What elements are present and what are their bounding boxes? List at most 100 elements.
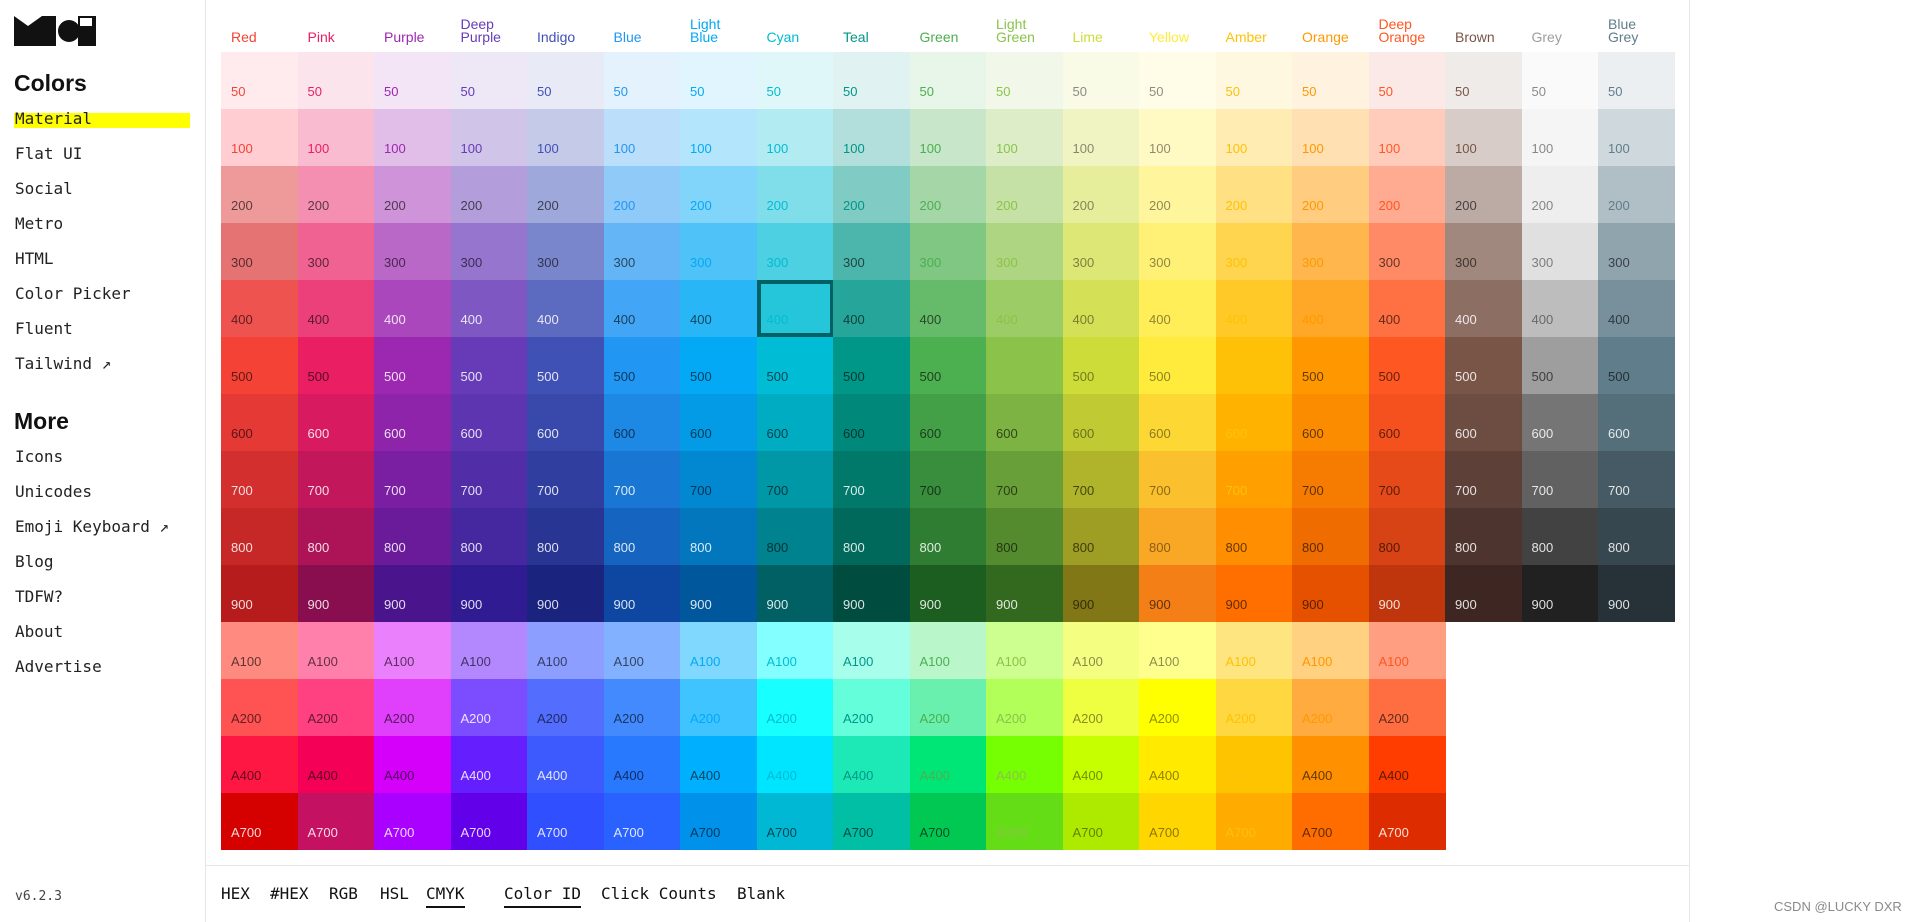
- sidebar-item-about[interactable]: About: [0, 614, 206, 649]
- swatch-blue-grey-700[interactable]: 700: [1598, 451, 1675, 508]
- swatch-lime-300[interactable]: 300: [1062, 223, 1140, 280]
- swatch-brown-100[interactable]: 100: [1445, 109, 1522, 166]
- swatch-cyan-200[interactable]: 200: [756, 166, 834, 223]
- swatch-pink-300[interactable]: 300: [297, 223, 375, 280]
- swatch-purple-800[interactable]: 800: [374, 508, 451, 565]
- swatch-green-800[interactable]: 800: [909, 508, 987, 565]
- swatch-blue-grey-900[interactable]: 900: [1598, 565, 1675, 622]
- swatch-orange-a200[interactable]: A200: [1292, 679, 1369, 736]
- swatch-green-a700[interactable]: A700: [909, 793, 987, 850]
- swatch-deep-purple-600[interactable]: 600: [450, 394, 528, 451]
- swatch-indigo-700[interactable]: 700: [527, 451, 604, 508]
- swatch-purple-200[interactable]: 200: [374, 166, 451, 223]
- swatch-orange-a100[interactable]: A100: [1292, 622, 1369, 679]
- swatch-blue-grey-600[interactable]: 600: [1598, 394, 1675, 451]
- swatch-pink-200[interactable]: 200: [297, 166, 375, 223]
- swatch-blue-a100[interactable]: A100: [603, 622, 681, 679]
- swatch-green-400[interactable]: 400: [909, 280, 987, 337]
- swatch-deep-purple-800[interactable]: 800: [450, 508, 528, 565]
- swatch-lime-200[interactable]: 200: [1062, 166, 1140, 223]
- swatch-light-green-900[interactable]: 900: [986, 565, 1063, 622]
- swatch-pink-600[interactable]: 600: [297, 394, 375, 451]
- swatch-deep-orange-400[interactable]: 400: [1368, 280, 1446, 337]
- swatch-purple-300[interactable]: 300: [374, 223, 451, 280]
- swatch-indigo-a200[interactable]: A200: [527, 679, 604, 736]
- swatch-pink-900[interactable]: 900: [297, 565, 375, 622]
- swatch-brown-200[interactable]: 200: [1445, 166, 1522, 223]
- swatch-grey-800[interactable]: 800: [1521, 508, 1599, 565]
- swatch-teal-a700[interactable]: A700: [833, 793, 910, 850]
- swatch-deep-orange-a200[interactable]: A200: [1368, 679, 1446, 736]
- swatch-deep-orange-a700[interactable]: A700: [1368, 793, 1446, 850]
- swatch-orange-100[interactable]: 100: [1292, 109, 1369, 166]
- swatch-cyan-a700[interactable]: A700: [756, 793, 834, 850]
- swatch-orange-400[interactable]: 400: [1292, 280, 1369, 337]
- swatch-light-green-500[interactable]: 500: [986, 337, 1063, 394]
- swatch-indigo-50[interactable]: 50: [527, 52, 604, 109]
- swatch-lime-700[interactable]: 700: [1062, 451, 1140, 508]
- swatch-light-green-200[interactable]: 200: [986, 166, 1063, 223]
- swatch-lime-100[interactable]: 100: [1062, 109, 1140, 166]
- format-option-hash-hex[interactable]: #HEX: [270, 884, 309, 906]
- swatch-blue-400[interactable]: 400: [603, 280, 681, 337]
- swatch-cyan-600[interactable]: 600: [756, 394, 834, 451]
- swatch-amber-900[interactable]: 900: [1215, 565, 1293, 622]
- swatch-light-blue-900[interactable]: 900: [680, 565, 757, 622]
- swatch-purple-a400[interactable]: A400: [374, 736, 451, 793]
- swatch-light-blue-600[interactable]: 600: [680, 394, 757, 451]
- swatch-pink-800[interactable]: 800: [297, 508, 375, 565]
- swatch-green-50[interactable]: 50: [909, 52, 987, 109]
- swatch-red-900[interactable]: 900: [221, 565, 298, 622]
- swatch-deep-orange-300[interactable]: 300: [1368, 223, 1446, 280]
- swatch-blue-grey-400[interactable]: 400: [1598, 280, 1675, 337]
- swatch-lime-a100[interactable]: A100: [1062, 622, 1140, 679]
- swatch-brown-50[interactable]: 50: [1445, 52, 1522, 109]
- swatch-deep-purple-500[interactable]: 500: [450, 337, 528, 394]
- swatch-yellow-800[interactable]: 800: [1139, 508, 1216, 565]
- swatch-indigo-a700[interactable]: A700: [527, 793, 604, 850]
- swatch-grey-700[interactable]: 700: [1521, 451, 1599, 508]
- swatch-indigo-300[interactable]: 300: [527, 223, 604, 280]
- swatch-teal-600[interactable]: 600: [833, 394, 910, 451]
- swatch-yellow-100[interactable]: 100: [1139, 109, 1216, 166]
- swatch-green-900[interactable]: 900: [909, 565, 987, 622]
- swatch-purple-700[interactable]: 700: [374, 451, 451, 508]
- swatch-deep-purple-400[interactable]: 400: [450, 280, 528, 337]
- sidebar-item-social[interactable]: Social: [0, 171, 206, 206]
- swatch-green-100[interactable]: 100: [909, 109, 987, 166]
- swatch-light-blue-a100[interactable]: A100: [680, 622, 757, 679]
- sidebar-item-color-picker[interactable]: Color Picker: [0, 276, 206, 311]
- sidebar-item-metro[interactable]: Metro: [0, 206, 206, 241]
- swatch-teal-700[interactable]: 700: [833, 451, 910, 508]
- swatch-light-blue-200[interactable]: 200: [680, 166, 757, 223]
- swatch-light-green-a200[interactable]: A200: [986, 679, 1063, 736]
- swatch-green-a100[interactable]: A100: [909, 622, 987, 679]
- swatch-blue-grey-300[interactable]: 300: [1598, 223, 1675, 280]
- swatch-pink-500[interactable]: 500: [297, 337, 375, 394]
- format-option-cmyk[interactable]: CMYK: [426, 884, 465, 908]
- swatch-red-400[interactable]: 400: [221, 280, 298, 337]
- swatch-grey-200[interactable]: 200: [1521, 166, 1599, 223]
- swatch-orange-800[interactable]: 800: [1292, 508, 1369, 565]
- swatch-deep-orange-a400[interactable]: A400: [1368, 736, 1446, 793]
- swatch-green-a200[interactable]: A200: [909, 679, 987, 736]
- swatch-orange-900[interactable]: 900: [1292, 565, 1369, 622]
- swatch-deep-orange-700[interactable]: 700: [1368, 451, 1446, 508]
- swatch-light-green-a100[interactable]: A100: [986, 622, 1063, 679]
- swatch-red-300[interactable]: 300: [221, 223, 298, 280]
- swatch-light-green-a700[interactable]: A700: [986, 793, 1063, 850]
- swatch-deep-orange-50[interactable]: 50: [1368, 52, 1446, 109]
- swatch-teal-50[interactable]: 50: [833, 52, 910, 109]
- swatch-orange-50[interactable]: 50: [1292, 52, 1369, 109]
- swatch-light-blue-300[interactable]: 300: [680, 223, 757, 280]
- swatch-teal-300[interactable]: 300: [833, 223, 910, 280]
- swatch-blue-grey-800[interactable]: 800: [1598, 508, 1675, 565]
- swatch-yellow-900[interactable]: 900: [1139, 565, 1216, 622]
- display-option-blank[interactable]: Blank: [737, 884, 785, 906]
- swatch-red-a200[interactable]: A200: [221, 679, 298, 736]
- swatch-purple-900[interactable]: 900: [374, 565, 451, 622]
- swatch-light-green-300[interactable]: 300: [986, 223, 1063, 280]
- swatch-lime-800[interactable]: 800: [1062, 508, 1140, 565]
- swatch-yellow-a200[interactable]: A200: [1139, 679, 1216, 736]
- swatch-amber-50[interactable]: 50: [1215, 52, 1293, 109]
